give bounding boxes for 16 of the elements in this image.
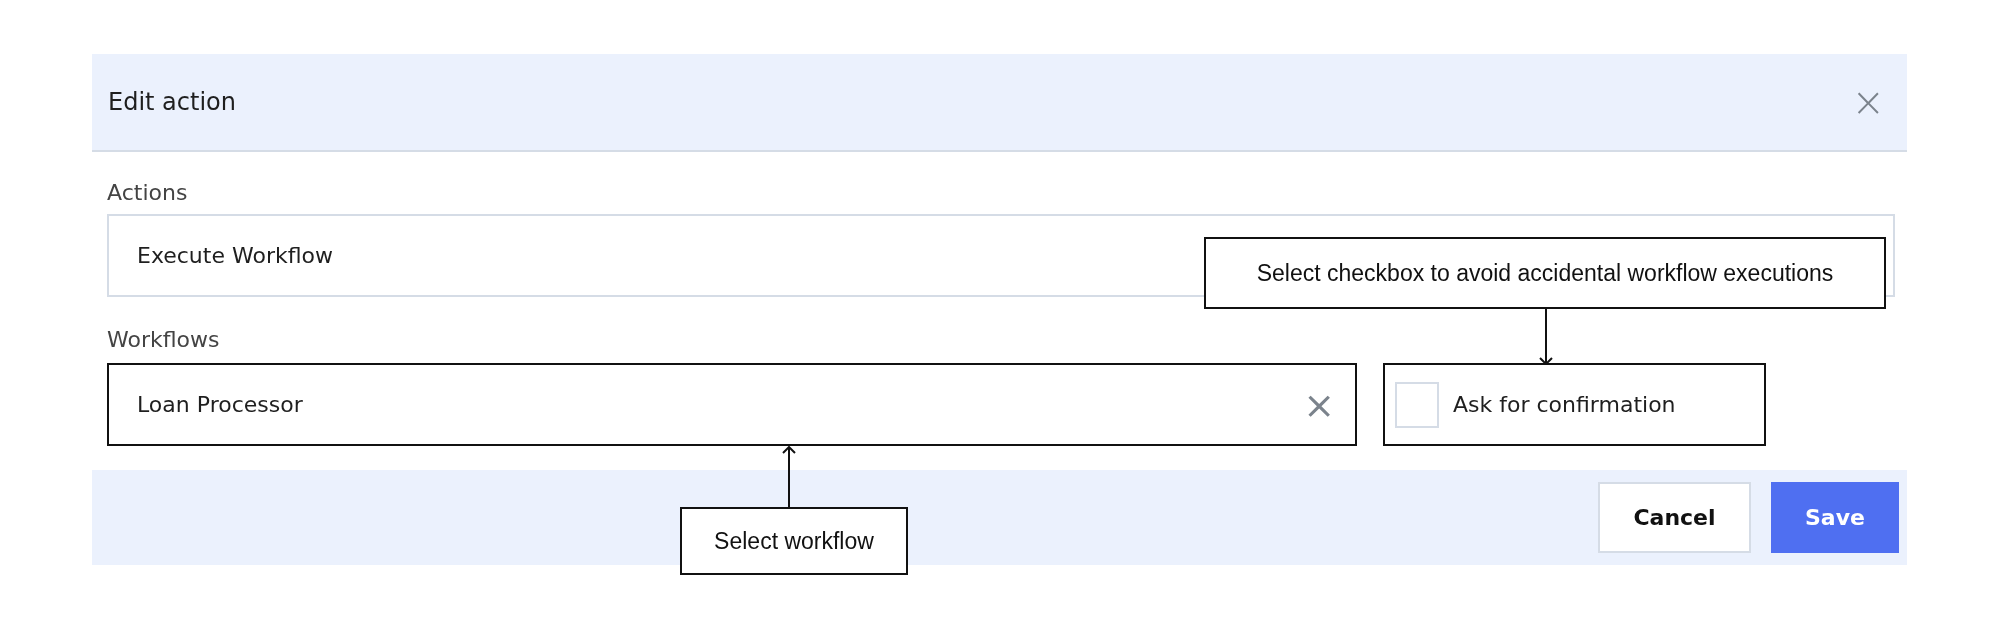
field-value: Execute Workflow: [137, 243, 333, 268]
callout-box: Select workflow: [680, 507, 908, 575]
callout-box: Select checkbox to avoid accidental workflow executions: [1204, 237, 1886, 309]
cancel-button[interactable]: Cancel: [1598, 482, 1751, 553]
callout-arrow: [782, 446, 796, 507]
field-value: Loan Processor: [137, 392, 303, 417]
callout-arrow: [1539, 309, 1553, 365]
confirmation-checkbox[interactable]: Ask for confirmation: [1383, 363, 1766, 446]
save-button[interactable]: Save: [1771, 482, 1899, 553]
clear-button[interactable]: ×: [1303, 385, 1335, 424]
checkbox-label: Ask for confirmation: [1453, 392, 1676, 417]
workflow-select[interactable]: Loan Processor ×: [107, 363, 1357, 446]
checkbox[interactable]: [1395, 381, 1439, 428]
field-label: Workflows: [107, 327, 221, 353]
dialog-title: Edit action: [108, 88, 236, 116]
field-label: Actions: [107, 180, 189, 206]
